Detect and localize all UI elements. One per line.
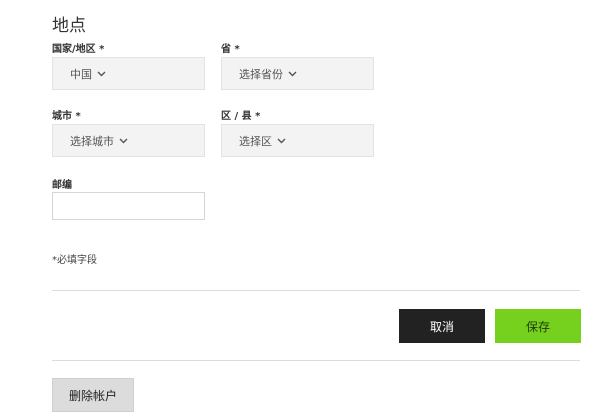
district-label: 区 / 县 * xyxy=(221,111,261,122)
section-title: 地点 xyxy=(52,16,86,36)
chevron-down-icon xyxy=(119,138,128,144)
country-select[interactable]: 中国 xyxy=(52,57,205,90)
required-fields-note: *必填字段 xyxy=(52,255,97,266)
postal-input[interactable] xyxy=(52,192,205,220)
country-select-value: 中国 xyxy=(70,67,92,81)
divider-bottom xyxy=(52,360,580,361)
postal-label: 邮编 xyxy=(52,180,72,191)
province-select-value: 选择省份 xyxy=(239,67,283,81)
chevron-down-icon xyxy=(288,71,297,77)
chevron-down-icon xyxy=(277,138,286,144)
cancel-button[interactable]: 取消 xyxy=(399,309,485,343)
chevron-down-icon xyxy=(97,71,106,77)
city-label: 城市 * xyxy=(52,111,81,122)
district-select-value: 选择区 xyxy=(239,134,272,148)
divider-top xyxy=(52,290,580,291)
district-select[interactable]: 选择区 xyxy=(221,124,374,157)
city-select[interactable]: 选择城市 xyxy=(52,124,205,157)
delete-account-button[interactable]: 删除帐户 xyxy=(52,378,134,412)
province-select[interactable]: 选择省份 xyxy=(221,57,374,90)
location-form-page: 地点 国家/地区 * 中国 省 * 选择省份 城市 * 选择城市 区 / 县 *… xyxy=(0,0,611,418)
province-label: 省 * xyxy=(221,44,240,55)
city-select-value: 选择城市 xyxy=(70,134,114,148)
save-button[interactable]: 保存 xyxy=(495,309,581,343)
country-label: 国家/地区 * xyxy=(52,44,105,55)
